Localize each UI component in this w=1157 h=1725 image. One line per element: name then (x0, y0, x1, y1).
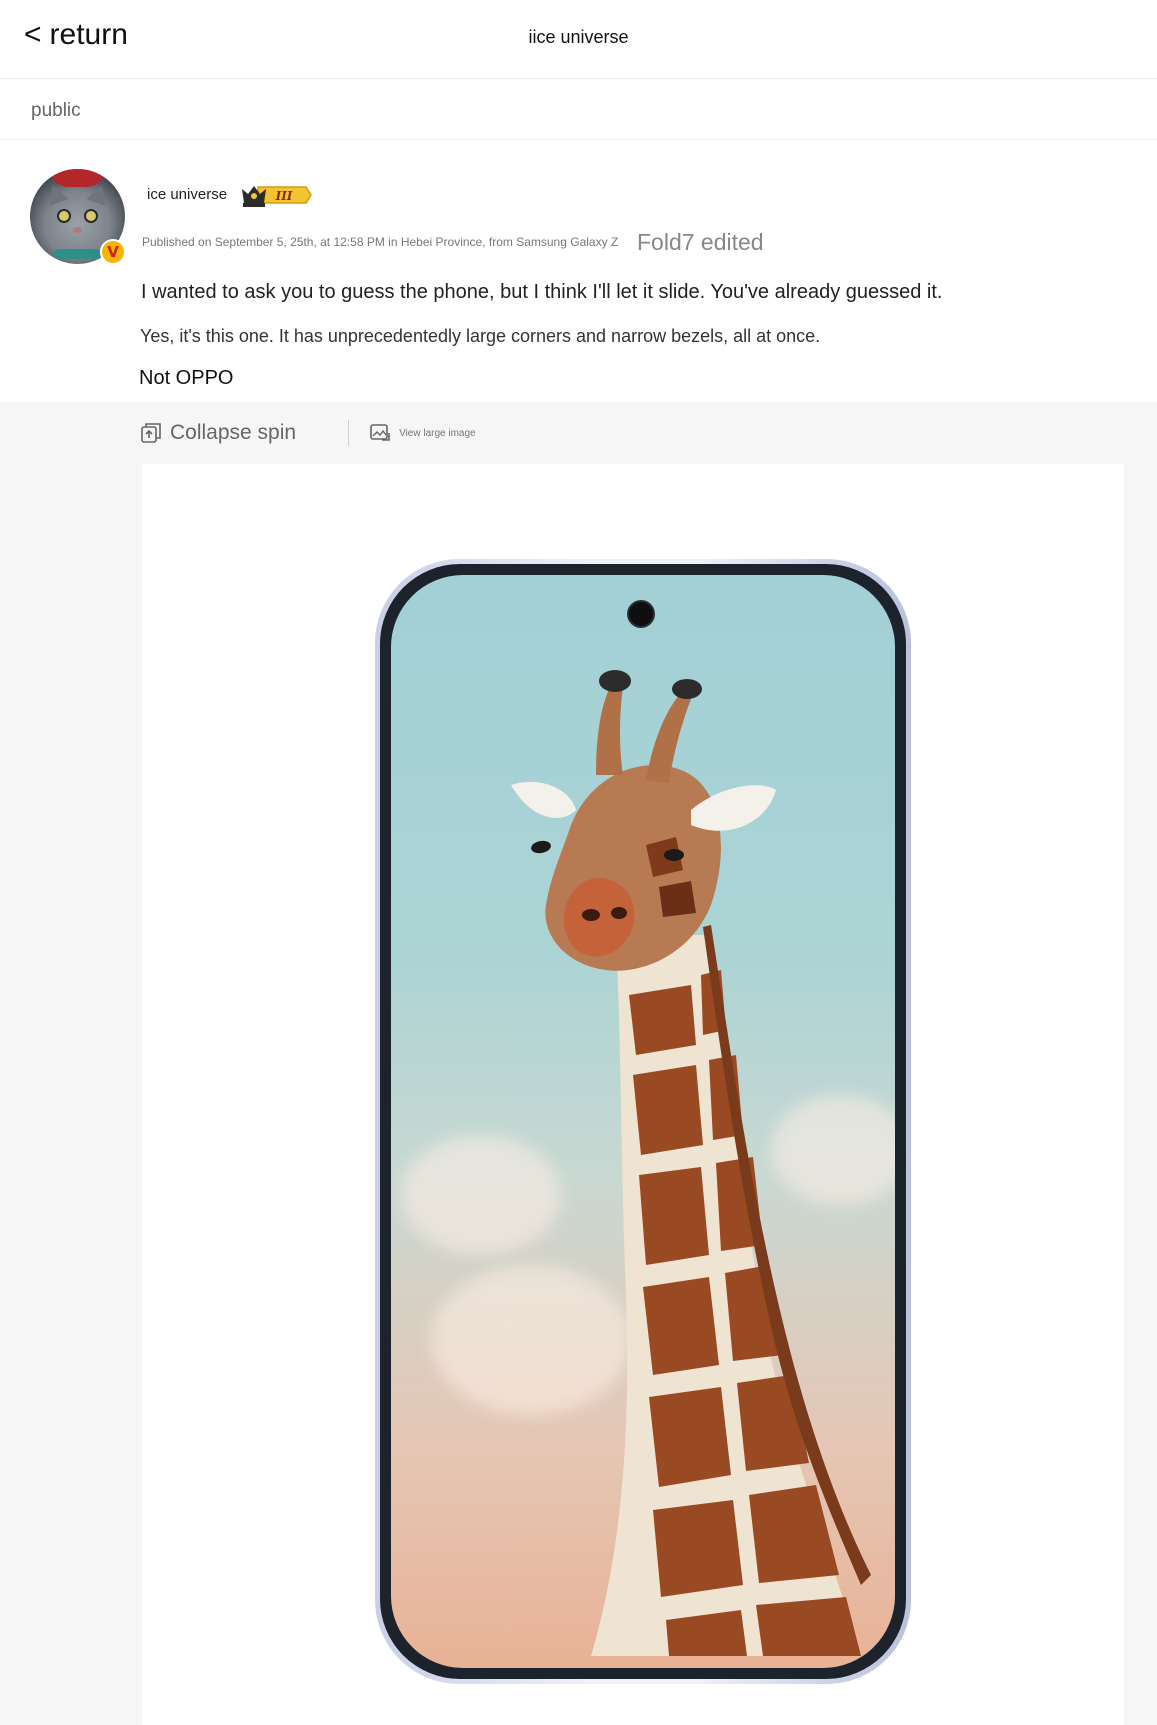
post-image[interactable] (142, 464, 1124, 1725)
verified-badge-icon: V (100, 239, 126, 265)
giraffe-illustration (511, 670, 871, 1656)
author-name[interactable]: ice universe (147, 186, 227, 203)
post-text-line-3: Not OPPO (139, 367, 234, 389)
post-text-line-1: I wanted to ask you to guess the phone, … (141, 281, 943, 303)
collapse-label: Collapse spin (170, 421, 297, 444)
collapse-button[interactable]: Collapse spin (140, 421, 296, 445)
media-toolbar: Collapse spin View large image (140, 416, 476, 450)
page-title: iice universe (528, 27, 629, 47)
view-large-label: View large image (399, 427, 476, 439)
image-icon (370, 424, 390, 441)
avatar[interactable]: V (30, 169, 126, 265)
post-meta-edited: Fold7 edited (637, 229, 764, 255)
view-large-image-button[interactable]: View large image (369, 422, 476, 444)
post-header: V ice universe III Published on Septembe… (0, 141, 1157, 402)
camera-cutout (627, 600, 655, 628)
phone-screen-wallpaper (391, 575, 895, 1668)
collapse-icon (141, 423, 161, 443)
post-text-line-2: Yes, it's this one. It has unprecedented… (140, 326, 821, 346)
post-meta: Published on September 5, 25th, at 12:58… (142, 235, 619, 249)
media-area: Collapse spin View large image (0, 402, 1157, 1725)
toolbar-divider (348, 420, 350, 446)
phone-render (375, 559, 911, 1684)
rank-badge-label: III (275, 189, 293, 203)
top-bar: < return iice universe (0, 0, 1157, 79)
visibility-label[interactable]: public (31, 100, 81, 122)
crown-rank-badge-icon: III (242, 186, 312, 207)
visibility-row: public (0, 80, 1157, 140)
